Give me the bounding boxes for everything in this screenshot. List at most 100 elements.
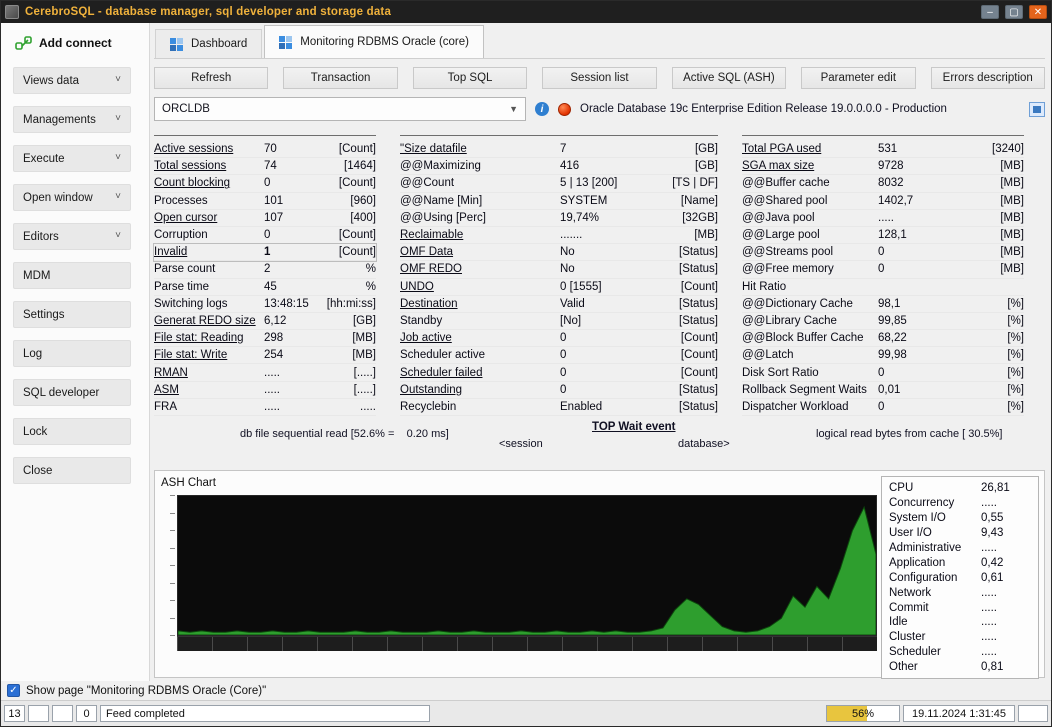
- sidebar-item[interactable]: Execute ˅: [13, 145, 131, 172]
- metric-label[interactable]: UNDO: [400, 281, 560, 293]
- metric-unit: [Count]: [660, 281, 718, 293]
- toolbar-button[interactable]: Transaction: [283, 67, 397, 89]
- sidebar-item[interactable]: MDM ˅: [13, 262, 131, 289]
- show-page-row: ✓ Show page "Monitoring RDBMS Oracle (Co…: [1, 681, 1051, 700]
- sidebar-item[interactable]: Settings ˅: [13, 301, 131, 328]
- metric-value: 0: [560, 367, 660, 379]
- metric-label[interactable]: "Size datafile: [400, 143, 560, 155]
- ash-stat-label: Administrative: [889, 542, 981, 554]
- metric-label[interactable]: File stat: Reading: [154, 332, 264, 344]
- metric-label[interactable]: ASM: [154, 384, 264, 396]
- info-icon[interactable]: i: [535, 102, 549, 116]
- close-button[interactable]: ✕: [1029, 5, 1047, 19]
- toolbar-button[interactable]: Errors description: [931, 67, 1045, 89]
- sidebar-item-label: Lock: [23, 426, 47, 438]
- metric-label[interactable]: Outstanding: [400, 384, 560, 396]
- metric-label: Parse count: [154, 263, 264, 275]
- metric-value: 74: [264, 160, 314, 172]
- metric-label[interactable]: RMAN: [154, 367, 264, 379]
- ash-stat-value: .....: [981, 616, 1031, 628]
- metric-label[interactable]: Count blocking: [154, 177, 264, 189]
- tab-monitoring-rdbms-oracle[interactable]: Monitoring RDBMS Oracle (core): [264, 25, 484, 58]
- metric-label: Switching logs: [154, 298, 264, 310]
- sidebar-item-label: Settings: [23, 309, 65, 321]
- metric-label[interactable]: Open cursor: [154, 212, 264, 224]
- metric-label[interactable]: OMF REDO: [400, 263, 560, 275]
- metric-unit: [Count]: [660, 332, 718, 344]
- metric-unit: .....: [314, 401, 376, 413]
- metric-label: @@Large pool: [742, 229, 878, 241]
- ash-stat-row: Other 0,81: [889, 660, 1031, 675]
- database-select[interactable]: ORCLDB ▼: [154, 97, 526, 121]
- metric-label[interactable]: Total PGA used: [742, 143, 878, 155]
- metric-unit: [%]: [974, 315, 1024, 327]
- metric-value: 1: [264, 246, 314, 258]
- app-icon: [5, 5, 19, 19]
- add-connect-icon: [15, 35, 32, 51]
- ash-chart-x-axis: [177, 636, 877, 651]
- metric-value: 99,98: [878, 349, 974, 361]
- toolbar-button[interactable]: Parameter edit: [801, 67, 915, 89]
- metric-value: Enabled: [560, 401, 660, 413]
- metric-label: @@Buffer cache: [742, 177, 878, 189]
- metric-row: @@Using [Perc] 19,74% [32GB]: [400, 210, 718, 227]
- sidebar-item-label: Close: [23, 465, 52, 477]
- ash-stat-value: 26,81: [981, 482, 1031, 494]
- metric-label: @@Java pool: [742, 212, 878, 224]
- sidebar-item[interactable]: Lock ˅: [13, 418, 131, 445]
- metric-label[interactable]: Scheduler failed: [400, 367, 560, 379]
- sidebar-item[interactable]: Open window ˅: [13, 184, 131, 211]
- add-connect-button[interactable]: Add connect: [1, 23, 149, 63]
- metric-label[interactable]: Total sessions: [154, 160, 264, 172]
- sidebar-item[interactable]: Log ˅: [13, 340, 131, 367]
- metric-label[interactable]: Invalid: [154, 246, 264, 258]
- metric-label[interactable]: Reclaimable: [400, 229, 560, 241]
- top-wait-event-link[interactable]: TOP Wait event: [592, 421, 676, 433]
- sidebar-item[interactable]: Close ˅: [13, 457, 131, 484]
- show-page-checkbox[interactable]: ✓: [7, 684, 20, 697]
- metric-label[interactable]: File stat: Write: [154, 349, 264, 361]
- metric-label[interactable]: Job active: [400, 332, 560, 344]
- toolbar-button[interactable]: Active SQL (ASH): [672, 67, 786, 89]
- toolbar-button[interactable]: Top SQL: [413, 67, 527, 89]
- metric-value: [No]: [560, 315, 660, 327]
- metric-unit: [Count]: [660, 367, 718, 379]
- metric-unit: [%]: [974, 401, 1024, 413]
- minimize-button[interactable]: –: [981, 5, 999, 19]
- metric-unit: [MB]: [314, 332, 376, 344]
- ash-stat-label: CPU: [889, 482, 981, 494]
- metric-label[interactable]: SGA max size: [742, 160, 878, 172]
- ash-stat-label: User I/O: [889, 527, 981, 539]
- sidebar-item[interactable]: Managements ˅: [13, 106, 131, 133]
- ash-stat-value: .....: [981, 587, 1031, 599]
- metric-unit: [Status]: [660, 315, 718, 327]
- metric-label: @@Dictionary Cache: [742, 298, 878, 310]
- metric-row: @@Dictionary Cache 98,1 [%]: [742, 296, 1024, 313]
- metric-unit: [Status]: [660, 298, 718, 310]
- toolbar-button[interactable]: Refresh: [154, 67, 268, 89]
- ash-stat-row: Commit .....: [889, 600, 1031, 615]
- sidebar-item[interactable]: Views data ˅: [13, 67, 131, 94]
- metric-unit: [3240]: [974, 143, 1024, 155]
- expand-window-button[interactable]: [1029, 102, 1045, 117]
- metric-label: @@Block Buffer Cache: [742, 332, 878, 344]
- tab-dashboard[interactable]: Dashboard: [155, 29, 262, 58]
- metric-unit: [Count]: [314, 246, 376, 258]
- metric-label[interactable]: Destination: [400, 298, 560, 310]
- ash-stat-row: Scheduler .....: [889, 645, 1031, 660]
- metric-value: 70: [264, 143, 314, 155]
- metric-value: 2: [264, 263, 314, 275]
- metric-row: @@Java pool ..... [MB]: [742, 210, 1024, 227]
- sidebar-item[interactable]: Editors ˅: [13, 223, 131, 250]
- chevron-down-icon: ˅: [115, 152, 121, 163]
- metric-label[interactable]: Generat REDO size: [154, 315, 264, 327]
- toolbar-button[interactable]: Session list: [542, 67, 656, 89]
- metric-label[interactable]: OMF Data: [400, 246, 560, 258]
- metric-value: 0: [878, 246, 974, 258]
- sidebar-item[interactable]: SQL developer ˅: [13, 379, 131, 406]
- metric-unit: [.....]: [314, 384, 376, 396]
- metric-unit: [%]: [974, 298, 1024, 310]
- metric-label[interactable]: Active sessions: [154, 143, 264, 155]
- maximize-button[interactable]: ▢: [1005, 5, 1023, 19]
- ash-chart-plot[interactable]: [177, 495, 877, 636]
